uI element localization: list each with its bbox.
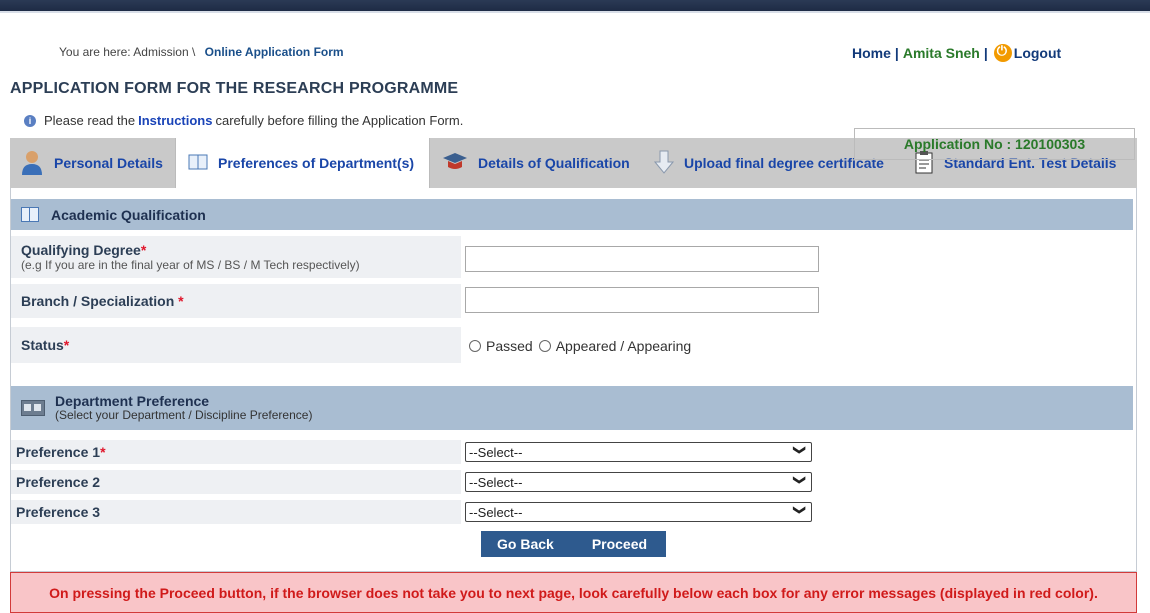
preference-label-text: Preference 1: [16, 444, 101, 460]
power-icon[interactable]: [993, 43, 1012, 62]
department-heading: Department Preference: [55, 393, 210, 409]
chevron-down-icon: ❯: [792, 474, 807, 486]
academic-section-header: Academic Qualification: [11, 199, 1133, 230]
home-link[interactable]: Home: [852, 45, 891, 61]
branch-input[interactable]: [465, 287, 819, 313]
preference-2-select[interactable]: --Select-- ❯: [465, 472, 812, 492]
radio-passed[interactable]: [469, 340, 481, 352]
qualifying-degree-label: Qualifying Degree* (e.g If you are in th…: [11, 236, 461, 278]
preference-label-text: Preference 3: [16, 504, 101, 520]
required-mark: *: [100, 444, 106, 460]
required-mark: *: [140, 242, 147, 258]
chevron-down-icon: ❯: [792, 504, 807, 516]
proceed-button[interactable]: Proceed: [592, 536, 647, 552]
tab-personal-details[interactable]: Personal Details: [10, 138, 175, 188]
nav-separator: |: [983, 45, 988, 61]
radio-passed-label: Passed: [486, 338, 533, 354]
status-label: Status*: [11, 327, 461, 363]
status-option-appeared[interactable]: Appeared / Appearing: [538, 338, 692, 354]
top-bar: [0, 0, 1150, 13]
book-icon: [188, 154, 208, 173]
action-buttons: Go Back Proceed: [481, 531, 666, 557]
application-number: Application No : 120100303: [854, 128, 1135, 160]
breadcrumb-current[interactable]: Online Application Form: [205, 45, 344, 59]
nav-separator: |: [894, 45, 899, 61]
tab-preferences[interactable]: Preferences of Department(s): [175, 138, 430, 188]
department-section-header: Department Preference (Select your Depar…: [11, 386, 1133, 430]
qualifying-degree-input[interactable]: [465, 246, 819, 272]
radio-appeared[interactable]: [538, 340, 551, 352]
tab-label: Personal Details: [54, 155, 163, 171]
degree-label-text: Qualifying Degree: [21, 242, 141, 258]
instructions-after: carefully before filling the Application…: [215, 113, 464, 128]
tab-label: Details of Qualification: [478, 155, 630, 171]
required-mark: *: [63, 337, 70, 353]
tab-label: Preferences of Department(s): [218, 155, 415, 171]
info-icon: i: [24, 114, 36, 127]
select-value: --Select--: [469, 504, 523, 520]
preference-1-label: Preference 1 *: [11, 440, 461, 464]
radio-appeared-label: Appeared / Appearing: [555, 338, 692, 354]
page-title: APPLICATION FORM FOR THE RESEARCH PROGRA…: [10, 80, 459, 97]
instructions-link[interactable]: Instructions: [138, 113, 212, 128]
proceed-warning: On pressing the Proceed button, if the b…: [10, 572, 1137, 613]
instructions-before: Please read the: [44, 113, 136, 128]
preference-2-label: Preference 2: [11, 470, 461, 494]
select-value: --Select--: [469, 474, 523, 490]
breadcrumb-admission[interactable]: Admission \: [133, 45, 195, 59]
preference-3-label: Preference 3: [11, 500, 461, 524]
branch-label-text: Branch / Specialization: [21, 293, 175, 309]
go-back-button[interactable]: Go Back: [497, 536, 554, 552]
preference-1-select[interactable]: --Select-- ❯: [465, 442, 812, 462]
status-label-text: Status: [21, 337, 64, 353]
department-icon: [21, 400, 45, 416]
breadcrumb-prefix: You are here:: [59, 45, 131, 59]
tab-qualification[interactable]: Details of Qualification: [430, 138, 642, 188]
person-icon: [20, 149, 44, 178]
department-subheading: (Select your Department / Discipline Pre…: [55, 408, 313, 422]
preference-3-select[interactable]: --Select-- ❯: [465, 502, 812, 522]
logout-link[interactable]: Logout: [1014, 45, 1061, 61]
status-option-passed[interactable]: Passed: [469, 338, 533, 354]
download-arrow-icon: [653, 150, 675, 177]
required-mark: *: [178, 293, 184, 309]
academic-heading: Academic Qualification: [51, 206, 206, 223]
breadcrumb: You are here: Admission \ Online Applica…: [59, 45, 344, 59]
status-radio-group: Passed Appeared / Appearing: [469, 338, 697, 354]
branch-label: Branch / Specialization *: [11, 284, 461, 318]
user-name: Amita Sneh: [902, 45, 980, 61]
preference-label-text: Preference 2: [16, 474, 101, 490]
select-value: --Select--: [469, 444, 523, 460]
graduation-cap-icon: [442, 151, 468, 176]
instructions-note: i Please read the Instructions carefully…: [24, 113, 463, 128]
degree-hint: (e.g If you are in the final year of MS …: [21, 258, 360, 272]
user-nav: Home | Amita Sneh | Logout: [852, 43, 1061, 62]
chevron-down-icon: ❯: [792, 444, 807, 456]
book-icon: [21, 207, 39, 222]
